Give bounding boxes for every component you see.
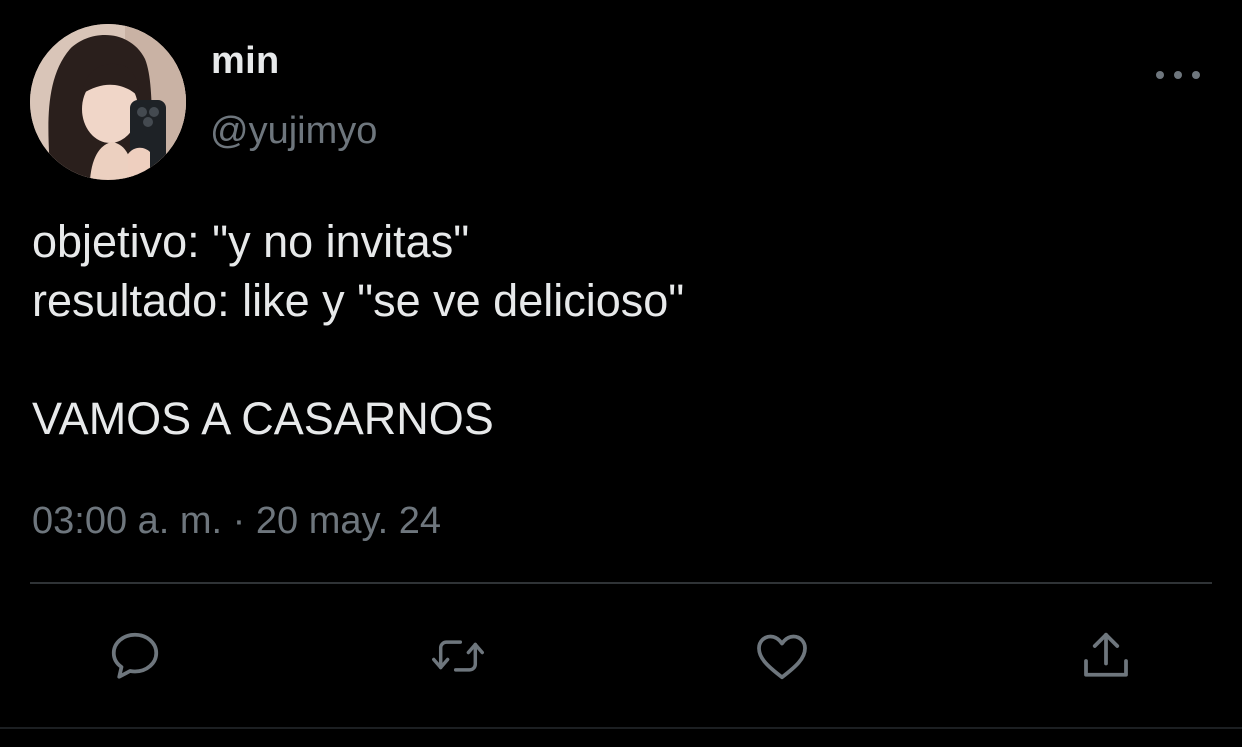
more-dot-icon xyxy=(1156,71,1164,79)
more-dot-icon xyxy=(1174,71,1182,79)
bottom-divider xyxy=(0,727,1242,729)
like-button[interactable] xyxy=(752,626,812,686)
divider xyxy=(30,582,1212,584)
share-button[interactable] xyxy=(1076,626,1136,686)
tweet-text-line: resultado: like y "se ve delicioso" xyxy=(32,275,685,326)
tweet-text-blank-line xyxy=(32,330,1212,389)
retweet-icon xyxy=(432,640,484,672)
tweet-text-line: objetivo: "y no invitas" xyxy=(32,216,470,267)
avatar[interactable] xyxy=(30,24,186,180)
retweet-button[interactable] xyxy=(428,626,488,686)
share-icon xyxy=(1084,632,1128,677)
reply-button[interactable] xyxy=(105,626,165,686)
author-handle[interactable]: @yujimyo xyxy=(210,110,377,153)
tweet-timestamp[interactable]: 03:00 a. m. · 20 may. 24 xyxy=(32,500,441,543)
avatar-image xyxy=(30,24,186,180)
more-options-button[interactable] xyxy=(1156,62,1200,88)
author-display-name[interactable]: min xyxy=(211,40,279,83)
tweet-text: objetivo: "y no invitas" resultado: like… xyxy=(32,212,1212,448)
tweet-text-line: VAMOS A CASARNOS xyxy=(32,393,494,444)
heart-icon xyxy=(757,634,807,680)
reply-icon xyxy=(111,632,159,679)
more-dot-icon xyxy=(1192,71,1200,79)
